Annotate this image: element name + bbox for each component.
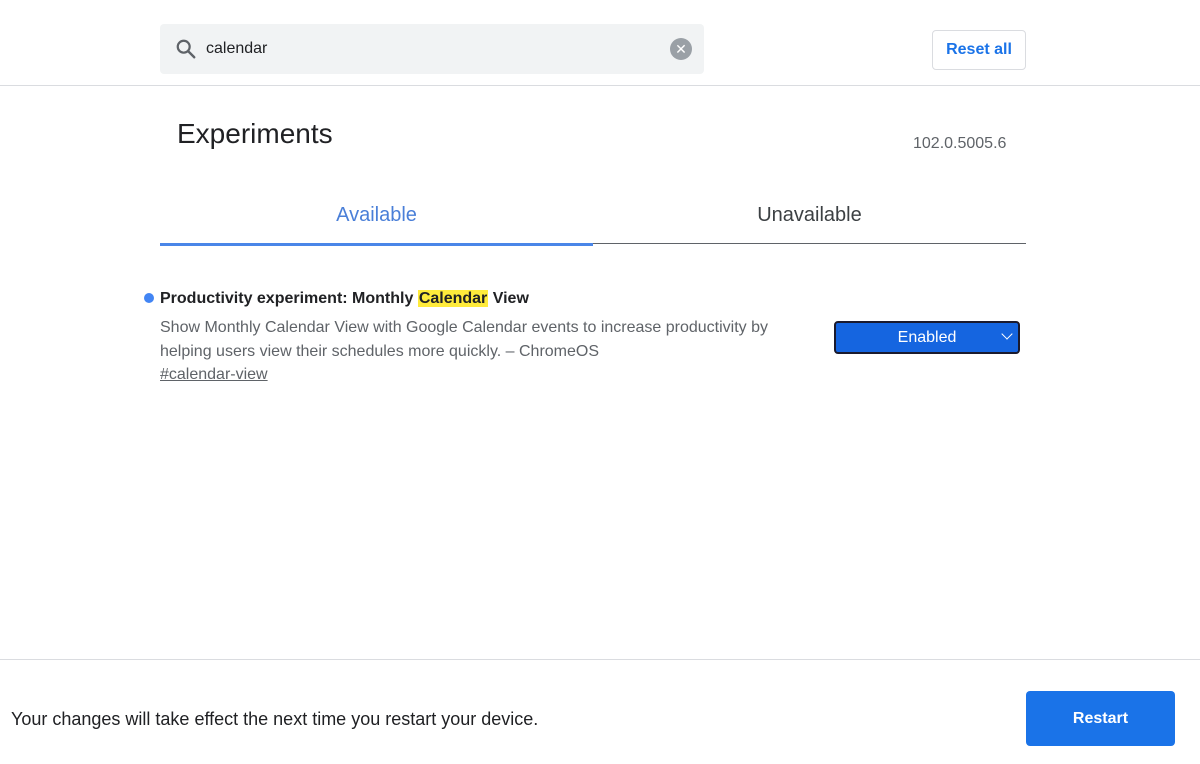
tab-available[interactable]: Available — [160, 186, 593, 246]
search-icon — [176, 39, 196, 59]
experiment-description: Show Monthly Calendar View with Google C… — [160, 319, 769, 360]
experiment-title-start: Productivity experiment: Monthly — [160, 290, 418, 307]
tab-unavailable-label: Unavailable — [757, 203, 862, 226]
select-value: Enabled — [897, 328, 957, 346]
experiment-permalink[interactable]: #calendar-view — [160, 366, 268, 384]
page-title: Experiments — [177, 118, 333, 149]
clear-search-icon[interactable]: ✕ — [670, 38, 692, 60]
tab-available-label: Available — [336, 203, 417, 226]
experiment-title: Productivity experiment: Monthly Calenda… — [160, 290, 529, 308]
flags-page: ✕ ✕ Reset all Experiments 102.0.5005.6 A… — [0, 0, 1200, 764]
search-box: ✕ — [160, 24, 704, 74]
restart-button[interactable]: Restart — [1026, 691, 1175, 746]
active-tab-indicator — [160, 243, 593, 246]
search-match-highlight: Calendar — [417, 290, 489, 307]
chevron-down-icon — [1001, 328, 1013, 340]
modified-indicator-dot — [144, 293, 154, 303]
search-input[interactable] — [206, 24, 646, 74]
experiment-title-end: View — [488, 290, 529, 307]
tab-unavailable[interactable]: Unavailable — [593, 186, 1026, 244]
restart-message: Your changes will take effect the next t… — [11, 709, 539, 729]
restart-footer: Your changes will take effect the next t… — [0, 659, 1200, 764]
reset-all-button[interactable]: Reset all — [932, 30, 1026, 70]
header: ✕ Reset all — [0, 0, 1200, 86]
version-label: 102.0.5005.6 — [913, 135, 1007, 152]
experiment-state-select[interactable]: Enabled — [834, 321, 1020, 354]
tab-bar: Available Unavailable — [160, 186, 1026, 246]
